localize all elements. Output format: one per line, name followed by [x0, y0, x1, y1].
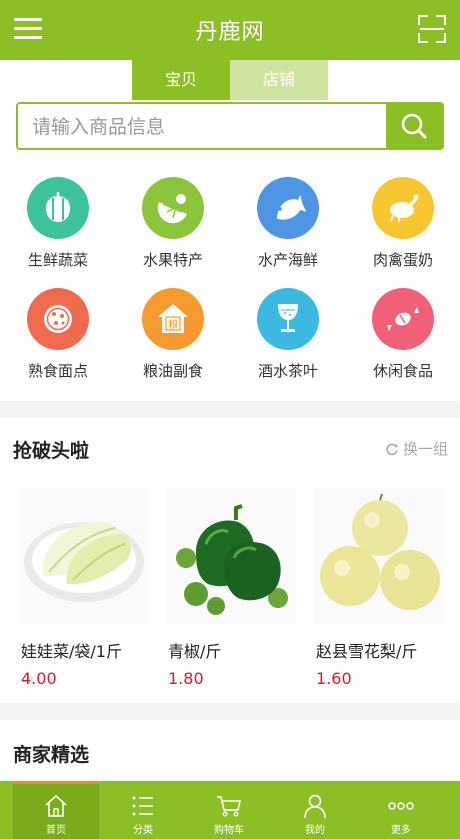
refresh-icon [386, 443, 398, 456]
product-price: 1.80 [168, 669, 204, 688]
category-label: 熟食面点 [27, 362, 88, 380]
rush-section: 抢破头啦 换一组 娃娃菜/袋/1斤 4.00 青椒/斤 1.80 赵县雪花梨/斤… [0, 418, 460, 703]
nav-profile[interactable]: 我的 [272, 781, 358, 839]
fish-icon [257, 177, 319, 239]
refresh-button[interactable]: 换一组 [385, 438, 448, 459]
home-icon [45, 794, 67, 817]
list-icon [132, 796, 153, 816]
grain-badge: 粮 [168, 318, 178, 331]
app-header: 丹鹿网 [0, 0, 460, 60]
nav-cart[interactable]: 购物车 [186, 781, 272, 839]
bottom-nav: 首页 分类 购物车 我的 更多 [0, 781, 460, 839]
tab-shops[interactable]: 店铺 [230, 60, 328, 100]
category-fresh-vegetables[interactable]: 生鲜蔬菜 [8, 177, 108, 277]
category-label: 肉禽蛋奶 [372, 251, 433, 269]
section-title: 商家精选 [13, 744, 90, 766]
product-price: 4.00 [21, 669, 57, 688]
nav-more[interactable]: 更多 [358, 781, 444, 839]
refresh-label: 换一组 [402, 440, 448, 458]
category-meat-eggs-dairy[interactable]: 肉禽蛋奶 [353, 177, 453, 277]
user-icon [304, 794, 326, 819]
category-label: 休闲食品 [372, 362, 433, 380]
nav-label: 分类 [133, 825, 153, 836]
candy-icon [372, 288, 434, 350]
category-label: 水产海鲜 [257, 251, 318, 269]
pizza-icon [27, 288, 89, 350]
wine-glass-icon [257, 288, 319, 350]
tab-products[interactable]: 宝贝 [132, 60, 230, 100]
category-label: 生鲜蔬菜 [27, 251, 88, 269]
category-label: 酒水茶叶 [257, 362, 318, 380]
app-title: 丹鹿网 [195, 20, 265, 45]
search-type-tabs: 宝贝 店铺 [132, 60, 328, 100]
vegetable-icon [27, 177, 89, 239]
category-label: 粮油副食 [142, 362, 203, 380]
merchant-section: 商家精选 [0, 720, 460, 780]
top-section: 宝贝 店铺 生鲜蔬菜 水果特产 水产海鲜 肉禽蛋奶 [0, 60, 460, 401]
search-bar [16, 102, 444, 150]
category-drinks-tea[interactable]: 酒水茶叶 [238, 288, 338, 388]
product-image [19, 488, 149, 624]
category-seafood[interactable]: 水产海鲜 [238, 177, 338, 277]
search-input[interactable] [30, 104, 384, 150]
nav-label: 更多 [391, 825, 411, 836]
nav-home[interactable]: 首页 [13, 781, 99, 839]
chicken-icon [372, 177, 434, 239]
nav-label: 购物车 [214, 825, 244, 836]
scan-icon[interactable] [418, 15, 446, 43]
category-label: 水果特产 [142, 251, 203, 269]
search-button[interactable] [386, 104, 442, 148]
nav-label: 首页 [46, 825, 66, 836]
category-grain-oil[interactable]: 粮 粮油副食 [123, 288, 223, 388]
section-title: 抢破头啦 [13, 440, 90, 462]
product-card[interactable]: 青椒/斤 1.80 [166, 488, 296, 698]
product-name: 青椒/斤 [168, 642, 222, 661]
product-name: 赵县雪花梨/斤 [316, 642, 418, 661]
search-icon [401, 113, 427, 139]
product-image [314, 488, 444, 624]
product-image [166, 488, 296, 624]
cart-icon [217, 796, 241, 817]
product-name: 娃娃菜/袋/1斤 [21, 642, 122, 661]
product-card[interactable]: 赵县雪花梨/斤 1.60 [314, 488, 444, 698]
grain-house-icon: 粮 [142, 288, 204, 350]
product-card[interactable]: 娃娃菜/袋/1斤 4.00 [19, 488, 149, 698]
product-price: 1.60 [316, 669, 352, 688]
more-icon [388, 802, 414, 810]
category-snacks[interactable]: 休闲食品 [353, 288, 453, 388]
category-deli-pastry[interactable]: 熟食面点 [8, 288, 108, 388]
category-fruits[interactable]: 水果特产 [123, 177, 223, 277]
nav-category[interactable]: 分类 [100, 781, 186, 839]
fruit-icon [142, 177, 204, 239]
nav-label: 我的 [305, 825, 325, 836]
